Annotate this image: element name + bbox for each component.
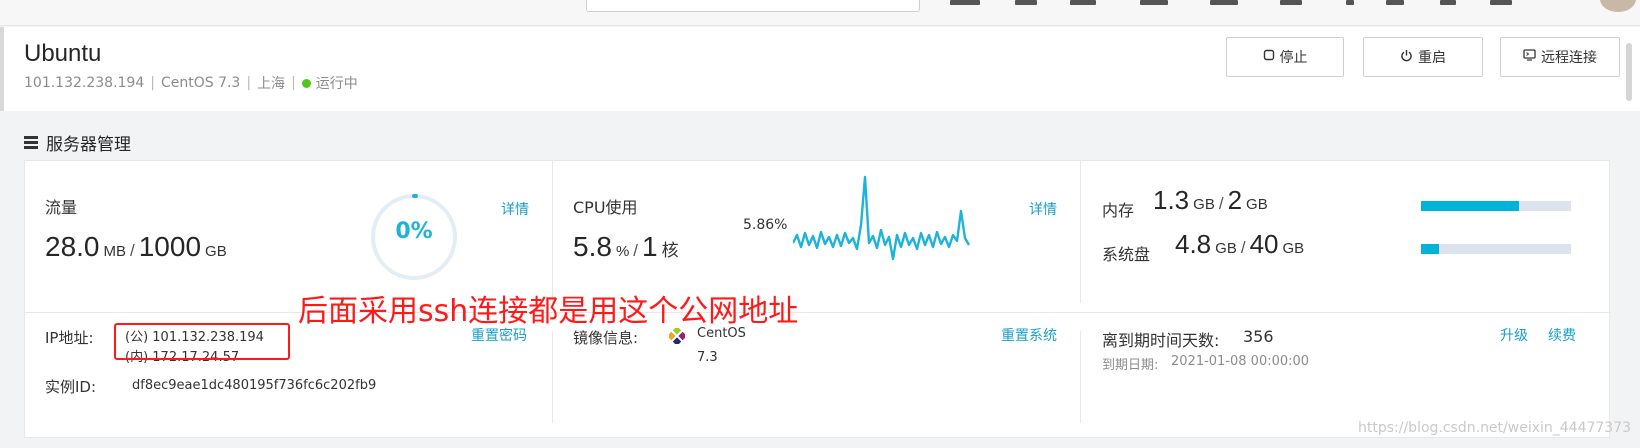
instance-header: Ubuntu 101.132.238.194 | CentOS 7.3 | 上海… <box>0 27 1640 111</box>
instance-region: 上海 <box>257 76 286 92</box>
disk-total-unit: GB <box>1282 240 1305 257</box>
disk-label: 系统盘 <box>1102 245 1151 264</box>
cpu-sparkline-label: 5.86% <box>743 217 788 233</box>
cpu-detail-link[interactable]: 详情 <box>1029 199 1057 219</box>
divider <box>552 161 553 303</box>
restart-button[interactable]: 重启 <box>1363 37 1483 77</box>
memory-slash: / <box>1218 194 1224 213</box>
cpu-value: 5.8%/1 核 <box>573 231 683 263</box>
traffic-value: 28.0 MB/1000 GB <box>45 231 231 263</box>
meta-separator: | <box>150 75 155 91</box>
disk-total: 40 <box>1249 229 1279 259</box>
renew-link[interactable]: 续费 <box>1548 325 1576 345</box>
divider <box>25 312 1611 313</box>
divider <box>552 331 553 423</box>
meta-separator: | <box>246 75 252 91</box>
stop-label: 停止 <box>1279 50 1308 66</box>
traffic-label: 流量 <box>45 198 78 217</box>
memory-usage-fill <box>1421 201 1519 211</box>
user-avatar[interactable] <box>1600 0 1636 12</box>
expiry-days: 356 <box>1243 327 1274 346</box>
top-search-input[interactable] <box>586 0 920 12</box>
terminal-icon <box>1523 49 1536 65</box>
expiry-date-value: 2021-01-08 00:00:00 <box>1171 354 1310 369</box>
annotation-text: 后面采用ssh连接都是用这个公网地址 <box>298 294 799 329</box>
upgrade-link[interactable]: 升级 <box>1500 325 1528 345</box>
disk-value: 4.8 GB/40 GB <box>1175 229 1308 260</box>
cpu-slash: / <box>633 241 639 260</box>
top-navbar <box>0 0 1640 26</box>
section-title: 服务器管理 <box>24 130 131 155</box>
disk-used-unit: GB <box>1215 240 1237 257</box>
instance-os: CentOS 7.3 <box>160 75 241 91</box>
disk-used: 4.8 <box>1175 229 1212 259</box>
annotation-highlight-box <box>114 323 290 360</box>
disk-usage-bar <box>1421 244 1571 254</box>
cpu-cores: 1 <box>642 231 658 262</box>
divider <box>1080 331 1081 423</box>
reset-system-link[interactable]: 重置系统 <box>1001 325 1057 345</box>
stop-icon <box>1263 49 1275 65</box>
power-icon <box>1400 49 1413 66</box>
status-badge: 运行中 <box>315 76 358 92</box>
expiry-date-label: 到期日期: <box>1102 358 1159 373</box>
restart-label: 重启 <box>1418 50 1446 66</box>
cpu-label: CPU使用 <box>573 198 638 217</box>
traffic-detail-link[interactable]: 详情 <box>501 199 529 219</box>
server-icon <box>24 136 38 149</box>
memory-used: 1.3 <box>1153 185 1190 215</box>
traffic-used-unit: MB <box>103 243 127 260</box>
traffic-total-unit: GB <box>205 243 227 260</box>
ip-label: IP地址: <box>45 329 94 347</box>
top-nav-items[interactable] <box>950 0 1570 6</box>
server-management-panel: 流量 28.0 MB/1000 GB 0% 详情 CPU使用 5.8%/1 核 5.8… <box>24 160 1611 438</box>
instance-id-value: df8ec9eae1dc480195f736fc6c202fb9 <box>132 378 377 393</box>
cpu-used: 5.8 <box>573 231 612 262</box>
cpu-cores-unit: 核 <box>661 241 679 260</box>
traffic-used: 28.0 <box>45 231 100 262</box>
section-title-text: 服务器管理 <box>46 135 131 155</box>
divider <box>1080 161 1081 303</box>
image-version: 7.3 <box>697 350 718 365</box>
disk-usage-fill <box>1421 244 1439 254</box>
centos-logo-icon <box>669 328 685 344</box>
traffic-total: 1000 <box>138 231 202 262</box>
memory-label: 内存 <box>1102 201 1135 220</box>
stop-button[interactable]: 停止 <box>1226 37 1344 77</box>
instance-meta: 101.132.238.194 | CentOS 7.3 | 上海 | 运行中 <box>24 73 358 93</box>
disk-slash: / <box>1240 238 1246 257</box>
cpu-unit: % <box>615 243 630 260</box>
image-label: 镜像信息: <box>573 329 639 347</box>
instance-ip: 101.132.238.194 <box>24 75 145 91</box>
memory-usage-bar <box>1421 201 1571 211</box>
memory-total: 2 <box>1227 185 1243 215</box>
remote-connect-label: 远程连接 <box>1541 50 1597 66</box>
instance-title: Ubuntu <box>24 40 102 67</box>
memory-value: 1.3 GB/2 GB <box>1153 185 1272 216</box>
traffic-slash: / <box>130 241 135 260</box>
instance-id-label: 实例ID: <box>45 378 97 396</box>
cpu-sparkline <box>793 175 971 261</box>
status-dot-icon <box>301 78 311 88</box>
remote-connect-button[interactable]: 远程连接 <box>1500 37 1620 77</box>
memory-used-unit: GB <box>1193 196 1215 213</box>
watermark: https://blog.csdn.net/weixin_44477373 <box>1358 420 1632 436</box>
expiry-label: 离到期时间天数: <box>1102 331 1220 350</box>
traffic-percent: 0% <box>395 219 433 244</box>
meta-separator: | <box>291 75 296 91</box>
memory-total-unit: GB <box>1246 196 1268 213</box>
scrollbar[interactable] <box>1626 43 1632 101</box>
